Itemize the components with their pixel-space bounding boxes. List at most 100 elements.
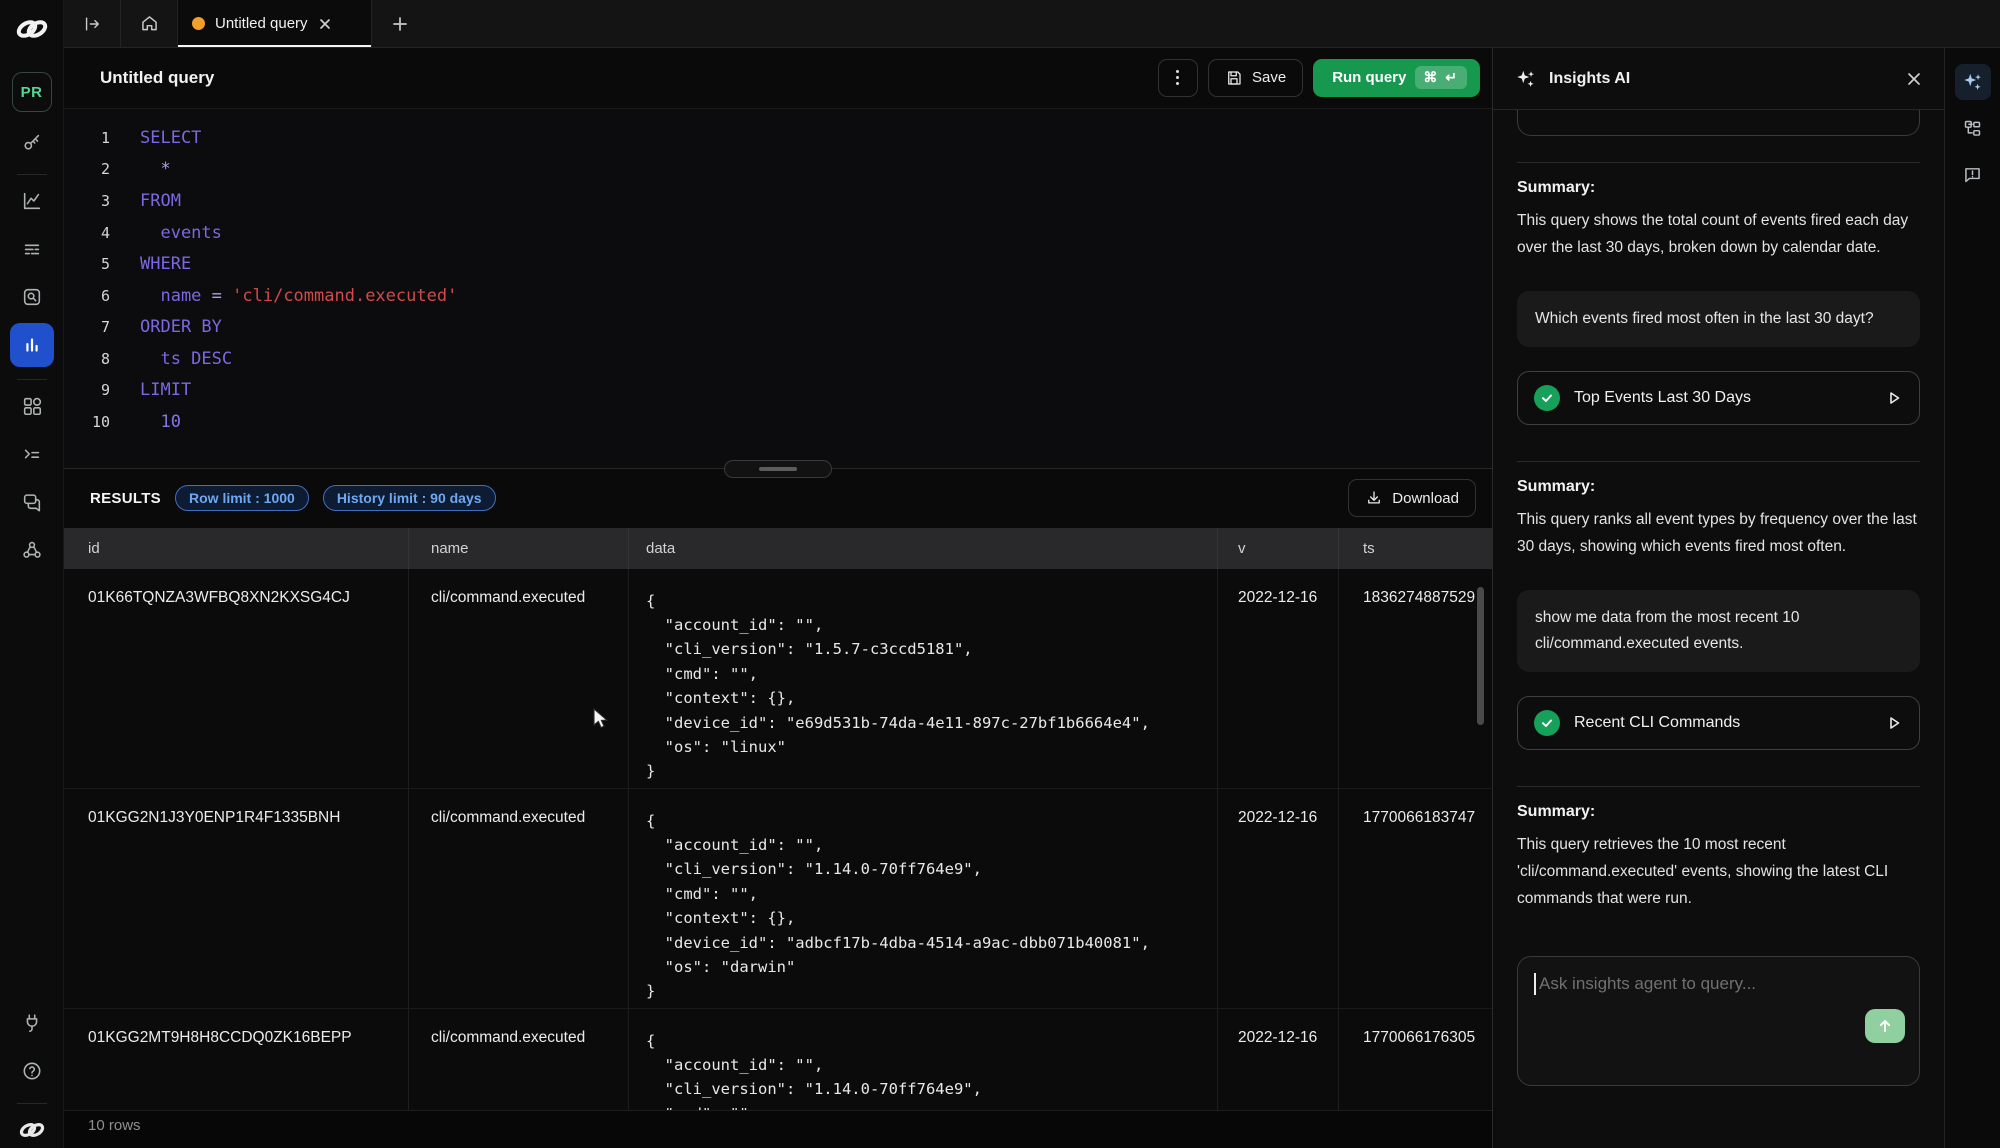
insights-close-icon[interactable] — [1906, 71, 1922, 87]
column-header-id[interactable]: id — [64, 528, 408, 569]
cell-id: 01KGG2MT9H8H8CCDQ0ZK16BEPP — [64, 1009, 408, 1111]
sql-token: ORDER BY — [140, 317, 222, 337]
workspace-badge[interactable]: PR — [12, 72, 52, 112]
tab-untitled-query[interactable]: Untitled query — [178, 0, 372, 47]
right-icon-rail — [1944, 48, 2000, 1148]
sql-token: ts DESC — [140, 349, 232, 369]
section-divider — [1517, 786, 1920, 787]
sidebar-item-cli[interactable] — [12, 434, 52, 474]
split-drag-handle[interactable] — [724, 460, 832, 478]
plug-icon — [21, 1012, 43, 1034]
sidebar-toggle-button[interactable] — [64, 0, 121, 47]
sidebar-item-apps[interactable] — [12, 386, 52, 426]
code-line: 4 events — [64, 217, 1492, 249]
cell-name: cli/command.executed — [408, 789, 628, 1008]
kebab-icon — [1176, 70, 1179, 85]
code-line: 5WHERE — [64, 248, 1492, 280]
rail-item-insights-ai[interactable] — [1955, 64, 1991, 100]
run-card-play-icon[interactable] — [1885, 389, 1903, 407]
cell-name: cli/command.executed — [408, 1009, 628, 1111]
table-row[interactable]: 01K66TQNZA3WFBQ8XN2KXSG4CJ cli/command.e… — [64, 569, 1492, 789]
new-tab-button[interactable] — [372, 0, 427, 47]
chat-bubbles-icon — [21, 491, 43, 513]
insights-input-placeholder: Ask insights agent to query... — [1539, 974, 1756, 993]
table-row[interactable]: 01KGG2N1J3Y0ENP1R4F1335BNH cli/command.e… — [64, 789, 1492, 1009]
insights-panel-title: Insights AI — [1549, 70, 1630, 88]
unsaved-changes-dot-icon — [192, 17, 205, 30]
rows-icon — [21, 238, 43, 260]
line-number: 9 — [64, 381, 110, 399]
sql-token: SELECT — [140, 128, 201, 148]
text-caret — [1534, 973, 1536, 995]
rail-item-feedback[interactable] — [1955, 156, 1991, 192]
arrow-up-icon — [1877, 1018, 1893, 1034]
sidebar-item-streams[interactable] — [12, 229, 52, 269]
comment-alert-icon — [1962, 164, 1983, 185]
sql-token: * — [140, 159, 171, 179]
tree-icon — [1962, 118, 1983, 139]
axiom-logo-icon[interactable] — [12, 14, 52, 44]
summary-text: This query shows the total count of even… — [1517, 207, 1920, 261]
home-icon — [139, 13, 160, 34]
user-question-bubble: show me data from the most recent 10 cli… — [1517, 590, 1920, 672]
cell-ts: 1770066183747 — [1338, 789, 1492, 1008]
line-number: 1 — [64, 129, 110, 147]
send-button[interactable] — [1865, 1009, 1905, 1043]
history-limit-badge[interactable]: History limit : 90 days — [323, 485, 496, 511]
query-result-card-top-events[interactable]: Top Events Last 30 Days — [1517, 371, 1920, 425]
sql-token: 10 — [140, 412, 181, 432]
line-chart-icon — [21, 190, 43, 212]
column-header-v[interactable]: v — [1217, 528, 1338, 569]
more-options-button[interactable] — [1158, 59, 1198, 97]
sql-token: FROM — [140, 191, 181, 211]
column-header-name[interactable]: name — [408, 528, 628, 569]
summary-label: Summary: — [1517, 803, 1920, 821]
tab-close-icon[interactable] — [318, 17, 332, 31]
sidebar-item-connections[interactable] — [12, 1003, 52, 1043]
line-number: 4 — [64, 224, 110, 242]
sidebar-item-analytics[interactable] — [12, 181, 52, 221]
row-limit-badge[interactable]: Row limit : 1000 — [175, 485, 309, 511]
sql-editor[interactable]: 1SELECT 2 * 3FROM 4 events 5WHERE 6 name… — [64, 108, 1492, 468]
sidebar-item-explore[interactable] — [12, 277, 52, 317]
tab-bar: Untitled query — [64, 0, 2000, 48]
editor-results-splitter — [64, 468, 1492, 469]
download-icon — [1365, 489, 1383, 507]
home-button[interactable] — [121, 0, 178, 47]
query-result-card-recent-cli[interactable]: Recent CLI Commands — [1517, 696, 1920, 750]
results-status-bar: 10 rows — [64, 1110, 1492, 1148]
row-count-label: 10 rows — [88, 1117, 141, 1134]
code-line: 1 SELECT — [64, 122, 1492, 154]
tab-label: Untitled query — [215, 15, 308, 32]
sidebar-item-query[interactable] — [10, 323, 54, 367]
sidebar-item-integrations[interactable] — [12, 530, 52, 570]
run-query-button[interactable]: Run query ⌘ ↵ — [1313, 59, 1480, 97]
cell-v: 2022-12-16 — [1217, 569, 1338, 788]
results-table-body: 01K66TQNZA3WFBQ8XN2KXSG4CJ cli/command.e… — [64, 569, 1492, 1111]
rail-item-schema[interactable] — [1955, 110, 1991, 146]
save-label: Save — [1252, 69, 1286, 86]
terminal-icon — [21, 443, 43, 465]
sidebar-item-discussions[interactable] — [12, 482, 52, 522]
scrolled-card-partial — [1517, 110, 1920, 136]
cell-id: 01K66TQNZA3WFBQ8XN2KXSG4CJ — [64, 569, 408, 788]
page-title: Untitled query — [100, 68, 214, 88]
download-button[interactable]: Download — [1348, 479, 1476, 517]
sidebar-item-help[interactable] — [12, 1051, 52, 1091]
run-card-play-icon[interactable] — [1885, 714, 1903, 732]
table-scrollbar[interactable] — [1477, 587, 1484, 725]
cell-data-json: { "account_id": "", "cli_version": "1.14… — [628, 789, 1217, 1008]
sidebar-bottom-group — [0, 997, 63, 1148]
save-floppy-icon — [1225, 69, 1243, 87]
code-line: 7ORDER BY — [64, 312, 1492, 344]
insights-input[interactable]: Ask insights agent to query... — [1517, 956, 1920, 1086]
save-button[interactable]: Save — [1208, 59, 1303, 97]
column-header-ts[interactable]: ts — [1338, 528, 1492, 569]
drag-grip-icon — [759, 467, 797, 471]
column-header-data[interactable]: data — [628, 528, 1217, 569]
cell-id: 01KGG2N1J3Y0ENP1R4F1335BNH — [64, 789, 408, 1008]
sidebar-item-api-keys[interactable] — [12, 122, 52, 162]
table-row[interactable]: 01KGG2MT9H8H8CCDQ0ZK16BEPP cli/command.e… — [64, 1009, 1492, 1111]
cell-data-json: { "account_id": "", "cli_version": "1.14… — [628, 1009, 1217, 1111]
insights-ai-panel: Insights AI Summary: This query shows th… — [1492, 48, 1944, 1148]
